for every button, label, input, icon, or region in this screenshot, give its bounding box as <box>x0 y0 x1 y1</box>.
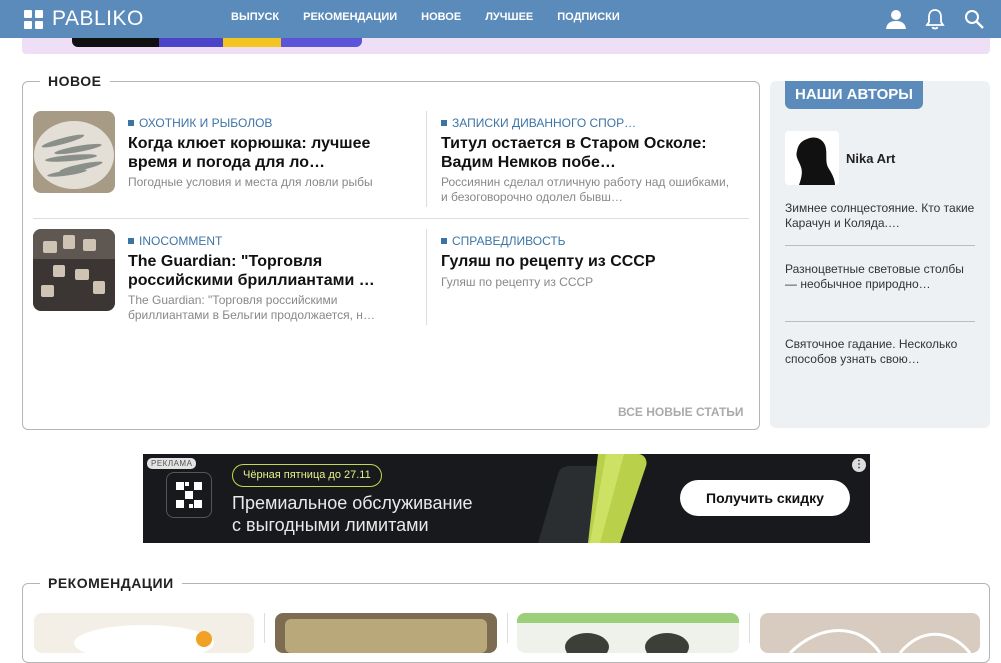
main-nav: ВЫПУСК РЕКОМЕНДАЦИИ НОВОЕ ЛУЧШЕЕ ПОДПИСК… <box>231 11 644 23</box>
divider <box>507 613 508 643</box>
article-title[interactable]: The Guardian: "Торговля российскими брил… <box>128 252 418 290</box>
author-post[interactable]: Святочное гадание. Несколько способов уз… <box>785 337 975 367</box>
article-category[interactable]: СПРАВЕДЛИВОСТЬ <box>441 234 566 248</box>
article-thumbnail[interactable] <box>33 111 115 193</box>
ad-promo-pill: Чёрная пятница до 27.11 <box>232 464 382 487</box>
divider <box>33 218 749 219</box>
article-category[interactable]: INOCOMMENT <box>128 234 222 248</box>
promo-strip[interactable] <box>22 38 990 54</box>
bell-icon[interactable] <box>922 6 948 32</box>
article-category-label: ЗАПИСКИ ДИВАННОГО СПОР… <box>452 116 637 130</box>
article-category-label: СПРАВЕДЛИВОСТЬ <box>452 234 566 248</box>
divider <box>426 111 427 207</box>
ad-headline: Премиальное обслуживание с выгодными лим… <box>232 492 473 536</box>
ad-label: РЕКЛАМА <box>147 458 197 469</box>
user-icon[interactable] <box>883 6 909 32</box>
divider <box>785 245 975 246</box>
recommendation-thumbnail[interactable] <box>760 613 980 653</box>
ad-banner[interactable]: РЕКЛАМА Чёрная пятница до 27.11 Премиаль… <box>143 454 870 543</box>
site-header: PABLIKO ВЫПУСК РЕКОМЕНДАЦИИ НОВОЕ ЛУЧШЕЕ… <box>0 0 1001 38</box>
nav-item-subscriptions[interactable]: ПОДПИСКИ <box>557 11 620 23</box>
ad-cta-button[interactable]: Получить скидку <box>680 480 850 516</box>
article-thumbnail[interactable] <box>33 229 115 311</box>
divider <box>785 321 975 322</box>
nav-item-recommendations[interactable]: РЕКОМЕНДАЦИИ <box>303 11 397 23</box>
logo[interactable]: PABLIKO <box>24 7 144 31</box>
author-post[interactable]: Разноцветные световые столбы — необычное… <box>785 262 975 292</box>
article-description: Россиянин сделал отличную работу над оши… <box>441 175 730 204</box>
section-title-recommendations: РЕКОМЕНДАЦИИ <box>40 575 182 591</box>
ad-menu-icon[interactable]: ⋮ <box>852 458 866 472</box>
nav-item-issue[interactable]: ВЫПУСК <box>231 11 279 23</box>
section-title-new: НОВОЕ <box>40 73 110 89</box>
divider <box>264 613 265 643</box>
search-icon[interactable] <box>961 6 987 32</box>
author-name[interactable]: Nika Art <box>846 151 895 166</box>
author-post[interactable]: Зимнее солнцестояние. Кто такие Карачун … <box>785 201 975 231</box>
recommendation-thumbnail[interactable] <box>34 613 254 653</box>
nav-item-new[interactable]: НОВОЕ <box>421 11 461 23</box>
authors-title: НАШИ АВТОРЫ <box>785 81 923 109</box>
all-new-articles-link[interactable]: ВСЕ НОВЫЕ СТАТЬИ <box>618 405 744 419</box>
article-title[interactable]: Когда клюет корюшка: лучшее время и пого… <box>128 134 418 172</box>
divider <box>749 613 750 643</box>
article-category-label: ОХОТНИК И РЫБОЛОВ <box>139 116 273 130</box>
article-category-label: INOCOMMENT <box>139 234 223 248</box>
article-title[interactable]: Гуляш по рецепту из СССР <box>441 252 741 271</box>
avatar[interactable] <box>785 131 839 185</box>
ad-headline-line2: с выгодными лимитами <box>232 515 429 535</box>
article-title[interactable]: Титул остается в Старом Осколе: Вадим Не… <box>441 134 741 172</box>
ad-card-image <box>538 454 647 543</box>
article-description: Погодные условия и места для ловли рыбы <box>128 175 373 189</box>
recommendation-thumbnail[interactable] <box>275 613 497 653</box>
ad-headline-line1: Премиальное обслуживание <box>232 493 473 513</box>
article-category[interactable]: ОХОТНИК И РЫБОЛОВ <box>128 116 272 130</box>
ad-logo-icon <box>166 472 212 518</box>
article-category[interactable]: ЗАПИСКИ ДИВАННОГО СПОР… <box>441 116 636 130</box>
nav-item-best[interactable]: ЛУЧШЕЕ <box>485 11 533 23</box>
promo-strip-image <box>72 38 362 47</box>
header-icons <box>883 6 987 32</box>
logo-grid-icon <box>24 9 43 29</box>
article-description: Гуляш по рецепту из СССР <box>441 275 594 289</box>
article-description: The Guardian: "Торговля российскими брил… <box>128 293 375 322</box>
divider <box>426 229 427 325</box>
logo-text: PABLIKO <box>52 7 144 30</box>
recommendation-thumbnail[interactable] <box>517 613 739 653</box>
authors-panel: НАШИ АВТОРЫ Nika Art Зимнее солнцестояни… <box>770 81 990 428</box>
